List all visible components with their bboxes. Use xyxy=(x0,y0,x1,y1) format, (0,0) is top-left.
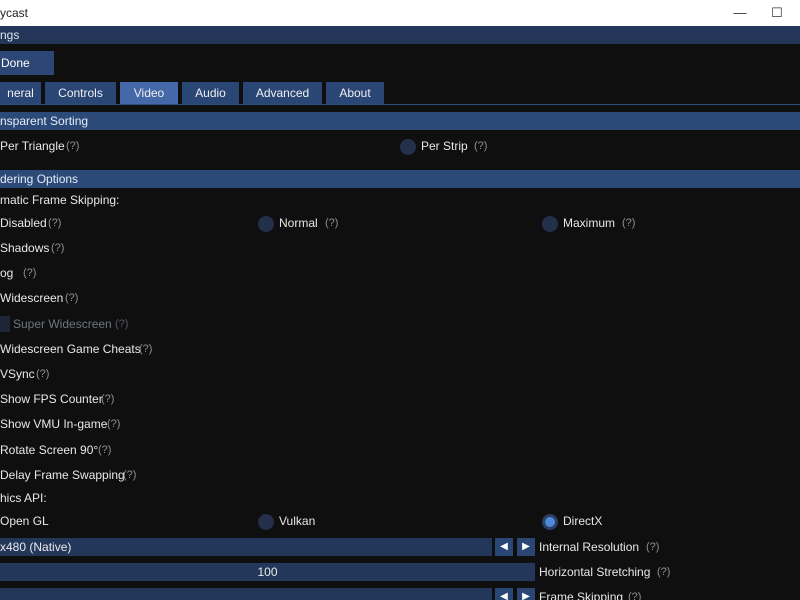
vmu-ingame-checkbox-label[interactable]: Show VMU In-game xyxy=(0,417,107,431)
help-icon[interactable]: (?) xyxy=(101,393,114,405)
frame-skipping-caption: matic Frame Skipping: xyxy=(0,193,120,207)
opengl-radio-label[interactable]: Open GL xyxy=(0,514,49,528)
rotate-screen-row: Rotate Screen 90° (?) xyxy=(0,442,800,460)
rotate-screen-checkbox-label[interactable]: Rotate Screen 90° xyxy=(0,443,98,457)
shadows-checkbox-label[interactable]: Shadows xyxy=(0,241,49,255)
section-rendering-options: dering Options xyxy=(0,170,800,188)
shadows-row: Shadows (?) xyxy=(0,240,800,258)
section-transparent-sorting: nsparent Sorting xyxy=(0,112,800,130)
tab-controls[interactable]: Controls xyxy=(45,82,116,105)
help-icon[interactable]: (?) xyxy=(657,566,670,578)
settings-header: ngs xyxy=(0,26,800,44)
tab-about[interactable]: About xyxy=(326,82,384,105)
help-icon[interactable]: (?) xyxy=(48,217,61,229)
fog-checkbox-label[interactable]: og xyxy=(0,266,13,280)
tab-video[interactable]: Video xyxy=(120,82,178,105)
directx-radio-label[interactable]: DirectX xyxy=(563,514,602,528)
super-widescreen-checkbox-label[interactable]: Super Widescreen xyxy=(13,317,112,331)
internal-resolution-combo[interactable]: x480 (Native) xyxy=(0,538,492,556)
help-icon[interactable]: (?) xyxy=(51,242,64,254)
frame-skip-next-icon[interactable]: ▶ xyxy=(517,588,535,600)
graphics-api-caption-row: hics API: xyxy=(0,490,800,508)
normal-radio-label[interactable]: Normal xyxy=(279,216,318,230)
frame-skipping-combo[interactable] xyxy=(0,588,492,600)
resolution-prev-icon[interactable]: ◀ xyxy=(495,538,513,556)
help-icon[interactable]: (?) xyxy=(65,292,78,304)
help-icon[interactable]: (?) xyxy=(36,368,49,380)
tab-audio[interactable]: Audio xyxy=(182,82,239,105)
section-title: nsparent Sorting xyxy=(0,114,89,128)
horizontal-stretching-row: 100 Horizontal Stretching (?) xyxy=(0,563,800,581)
frame-skip-caption-row: matic Frame Skipping: xyxy=(0,192,800,210)
vsync-row: VSync (?) xyxy=(0,366,800,384)
delay-swap-checkbox-label[interactable]: Delay Frame Swapping xyxy=(0,468,125,482)
internal-resolution-value: x480 (Native) xyxy=(0,540,72,554)
sorting-row: Per Triangle (?) Per Strip (?) xyxy=(0,138,800,156)
frame-skip-prev-icon[interactable]: ◀ xyxy=(495,588,513,600)
fps-counter-row: Show FPS Counter (?) xyxy=(0,391,800,409)
vulkan-radio-label[interactable]: Vulkan xyxy=(279,514,315,528)
per-strip-radio[interactable] xyxy=(400,139,416,155)
window-titlebar: ycast — ☐ xyxy=(0,0,800,26)
normal-radio[interactable] xyxy=(258,216,274,232)
tab-general[interactable]: neral xyxy=(0,82,41,105)
directx-radio[interactable] xyxy=(542,514,558,530)
help-icon[interactable]: (?) xyxy=(474,140,487,152)
vsync-checkbox-label[interactable]: VSync xyxy=(0,367,35,381)
help-icon[interactable]: (?) xyxy=(66,140,79,152)
internal-resolution-row: x480 (Native) ◀ ▶ Internal Resolution (?… xyxy=(0,538,800,556)
help-icon[interactable]: (?) xyxy=(628,591,641,600)
tab-underline xyxy=(0,104,800,105)
super-widescreen-checkbox[interactable] xyxy=(0,316,10,332)
per-strip-radio-label[interactable]: Per Strip xyxy=(421,139,468,153)
maximize-icon[interactable]: ☐ xyxy=(767,3,787,23)
frame-skip-radio-row: Disabled (?) Normal (?) Maximum (?) xyxy=(0,215,800,233)
help-icon[interactable]: (?) xyxy=(622,217,635,229)
help-icon[interactable]: (?) xyxy=(325,217,338,229)
graphics-api-caption: hics API: xyxy=(0,491,47,505)
settings-header-title: ngs xyxy=(0,28,20,42)
help-icon[interactable]: (?) xyxy=(139,343,152,355)
done-button[interactable]: Done xyxy=(0,51,54,75)
help-icon[interactable]: (?) xyxy=(646,541,659,553)
widescreen-checkbox-label[interactable]: Widescreen xyxy=(0,291,63,305)
maximum-radio[interactable] xyxy=(542,216,558,232)
fps-counter-checkbox-label[interactable]: Show FPS Counter xyxy=(0,392,103,406)
help-icon[interactable]: (?) xyxy=(23,267,36,279)
settings-panel: ngs Done neral Controls Video Audio Adva… xyxy=(0,26,800,600)
widescreen-cheats-row: Widescreen Game Cheats (?) xyxy=(0,341,800,359)
disabled-radio-label[interactable]: Disabled xyxy=(0,216,47,230)
vmu-ingame-row: Show VMU In-game (?) xyxy=(0,416,800,434)
per-triangle-radio-label[interactable]: Per Triangle xyxy=(0,139,65,153)
fog-row: og (?) xyxy=(0,265,800,283)
vulkan-radio[interactable] xyxy=(258,514,274,530)
delay-swap-row: Delay Frame Swapping (?) xyxy=(0,467,800,485)
help-icon[interactable]: (?) xyxy=(115,318,128,330)
frame-skipping-label: Frame Skipping xyxy=(539,590,624,600)
help-icon[interactable]: (?) xyxy=(123,469,136,481)
resolution-next-icon[interactable]: ▶ xyxy=(517,538,535,556)
horizontal-stretching-label: Horizontal Stretching xyxy=(539,565,651,579)
section-title: dering Options xyxy=(0,172,79,186)
widescreen-row: Widescreen (?) xyxy=(0,290,800,308)
internal-resolution-label: Internal Resolution xyxy=(539,540,640,554)
horizontal-stretching-slider[interactable]: 100 xyxy=(0,563,535,581)
graphics-api-radio-row: Open GL Vulkan DirectX xyxy=(0,513,800,531)
maximum-radio-label[interactable]: Maximum xyxy=(563,216,615,230)
help-icon[interactable]: (?) xyxy=(107,418,120,430)
window-title: ycast xyxy=(0,6,29,20)
super-widescreen-row: Super Widescreen (?) xyxy=(0,316,800,334)
help-icon[interactable]: (?) xyxy=(98,444,111,456)
widescreen-cheats-checkbox-label[interactable]: Widescreen Game Cheats xyxy=(0,342,141,356)
frame-skipping-row: ◀ ▶ Frame Skipping (?) xyxy=(0,588,800,600)
tab-advanced[interactable]: Advanced xyxy=(243,82,322,105)
minimize-icon[interactable]: — xyxy=(730,3,750,23)
horizontal-stretching-value: 100 xyxy=(257,565,278,579)
